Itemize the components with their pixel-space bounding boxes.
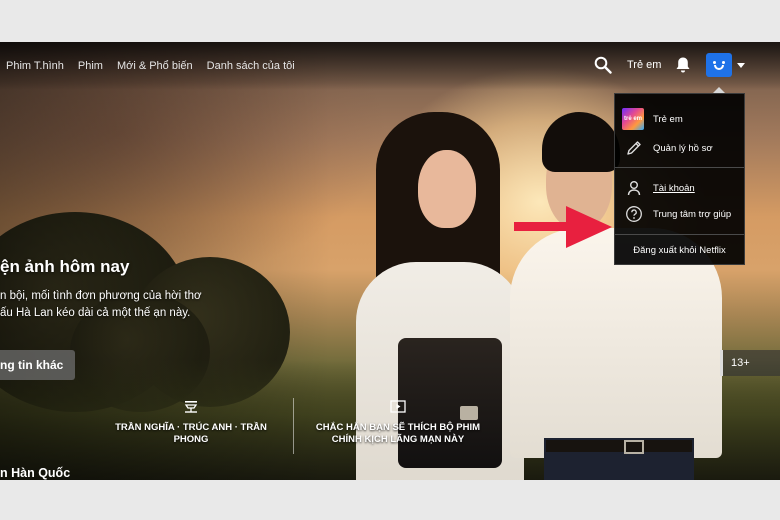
more-info-button[interactable]: ng tin khác bbox=[0, 350, 75, 380]
sign-out-link[interactable]: Đăng xuất khỏi Netflix bbox=[615, 245, 744, 256]
belt-buckle bbox=[624, 440, 644, 454]
play-icon bbox=[390, 400, 406, 413]
bag-clasp bbox=[460, 406, 478, 420]
kids-profile-icon: trẻ em bbox=[622, 108, 644, 130]
actor-belt bbox=[546, 440, 692, 452]
caret-up-icon[interactable] bbox=[737, 63, 745, 68]
menu-divider bbox=[615, 234, 744, 235]
primary-navigation: Phim T.hình Phim Mới & Phổ biến Danh sác… bbox=[0, 42, 303, 90]
bell-icon[interactable] bbox=[675, 56, 691, 74]
menu-item-label: Trung tâm trợ giúp bbox=[653, 208, 732, 220]
person-icon bbox=[627, 181, 641, 196]
profile-avatar[interactable] bbox=[706, 53, 732, 77]
menu-item-kids-profile[interactable]: trẻ em Trẻ em bbox=[615, 108, 744, 130]
cast-icon bbox=[184, 401, 198, 413]
netflix-screen: Phim T.hình Phim Mới & Phổ biến Danh sác… bbox=[0, 42, 780, 480]
hero-description: n bội, mối tình đơn phương của hời thơ ấ… bbox=[0, 290, 202, 319]
tag-divider bbox=[293, 398, 294, 454]
nav-new-popular[interactable]: Mới & Phổ biến bbox=[117, 60, 193, 72]
kids-link[interactable]: Trẻ em bbox=[627, 59, 661, 71]
nav-my-list[interactable]: Danh sách của tôi bbox=[207, 60, 295, 72]
account-dropdown-menu: trẻ em Trẻ em Quản lý hồ sơ Tài khoản Tr… bbox=[614, 93, 745, 265]
nav-tv-shows[interactable]: Phim T.hình bbox=[6, 60, 64, 72]
menu-item-label: Trẻ em bbox=[653, 113, 683, 125]
menu-item-account[interactable]: Tài khoản bbox=[615, 178, 744, 198]
actress-face bbox=[418, 150, 476, 228]
annotation-arrow-shaft bbox=[514, 222, 574, 231]
row-title: n Hàn Quốc bbox=[0, 466, 71, 480]
cast-tag-text: TRẦN NGHĨA · TRÚC ANH · TRẦN PHONG bbox=[115, 422, 267, 445]
search-icon[interactable] bbox=[594, 56, 612, 74]
menu-divider bbox=[615, 167, 744, 168]
hero-title: ện ảnh hôm nay bbox=[0, 257, 130, 276]
annotation-arrow-head bbox=[566, 206, 612, 248]
menu-item-label: Quản lý hồ sơ bbox=[653, 142, 713, 154]
school-bag bbox=[398, 338, 502, 468]
menu-item-manage-profiles[interactable]: Quản lý hồ sơ bbox=[615, 138, 744, 158]
menu-item-help-center[interactable]: Trung tâm trợ giúp bbox=[615, 204, 744, 224]
menu-item-label: Tài khoản bbox=[653, 182, 695, 194]
recommendation-tag-text: CHẮC HẲN BẠN SẼ THÍCH BỘ PHIM CHÍNH KỊCH… bbox=[315, 422, 481, 445]
help-icon bbox=[626, 206, 642, 222]
nav-movies[interactable]: Phim bbox=[78, 60, 103, 72]
pencil-icon bbox=[627, 141, 641, 155]
maturity-rating-badge: 13+ bbox=[720, 350, 780, 376]
